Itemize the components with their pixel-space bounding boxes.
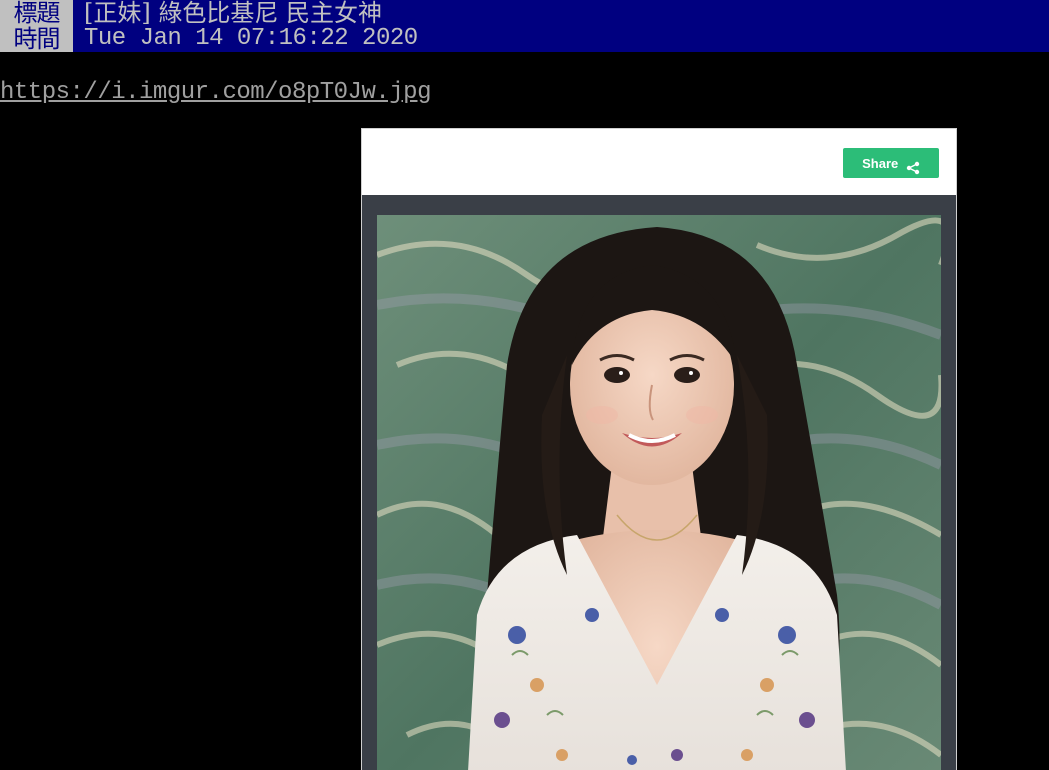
article-time: Tue Jan 14 07:16:22 2020	[84, 25, 418, 52]
embed-image-frame	[362, 195, 956, 770]
time-row: 時間 Tue Jan 14 07:16:22 2020	[0, 26, 1049, 52]
article-header: 標題 [正妹] 綠色比基尼 民主女神 時間 Tue Jan 14 07:16:2…	[0, 0, 1049, 52]
share-button-label: Share	[862, 155, 899, 171]
title-row: 標題 [正妹] 綠色比基尼 民主女神	[0, 0, 1049, 26]
embed-toolbar: Share	[362, 129, 956, 195]
title-tag: 標題	[0, 0, 73, 26]
image-link[interactable]: https://i.imgur.com/o8pT0Jw.jpg	[0, 78, 431, 108]
ptt-article-page: 標題 [正妹] 綠色比基尼 民主女神 時間 Tue Jan 14 07:16:2…	[0, 0, 1049, 770]
share-icon	[906, 156, 920, 174]
photo-image[interactable]	[377, 215, 941, 770]
share-button[interactable]: Share	[843, 148, 939, 178]
article-title: [正妹] 綠色比基尼 民主女神	[84, 0, 382, 27]
time-tag: 時間	[0, 26, 73, 52]
imgur-embed: Share	[361, 128, 957, 770]
